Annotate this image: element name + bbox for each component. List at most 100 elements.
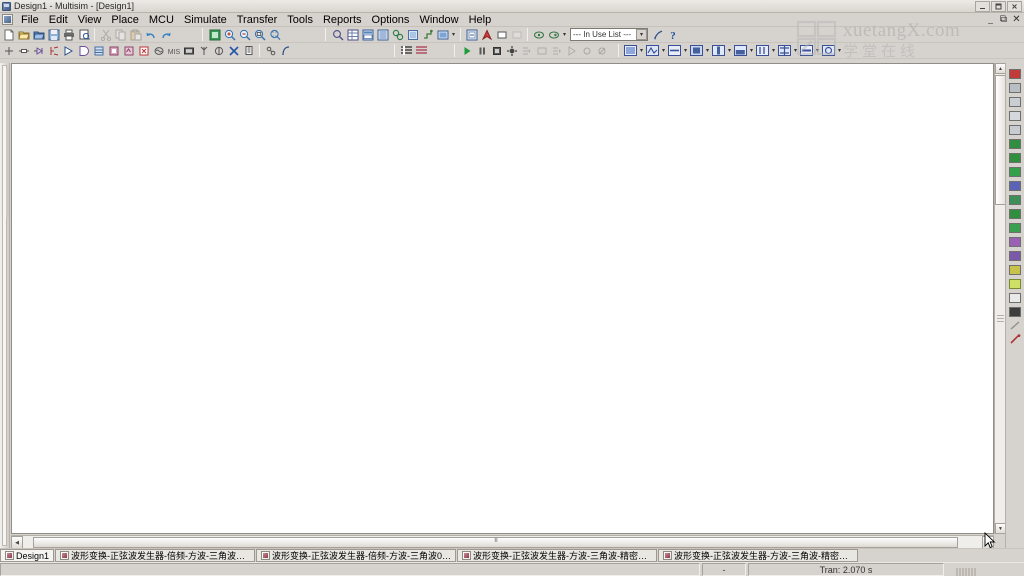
vertical-scrollbar[interactable]: ▲ ▼ (994, 63, 1006, 534)
horizontal-scroll-thumb[interactable] (33, 537, 958, 548)
graphs-analyses-icon[interactable] (390, 27, 405, 42)
distortion-analyzer-icon[interactable] (1008, 221, 1023, 234)
four-channel-oscilloscope-icon[interactable] (1008, 123, 1023, 136)
grid-view-icon[interactable] (399, 43, 414, 58)
instrument-group-3-icon[interactable] (667, 43, 682, 58)
bode-plotter-icon[interactable] (1008, 137, 1023, 150)
in-use-list-icon[interactable] (531, 27, 546, 42)
step-into-icon[interactable] (519, 43, 534, 58)
stop-icon[interactable] (489, 43, 504, 58)
chevron-down-icon[interactable]: ▾ (682, 43, 689, 58)
menu-options[interactable]: Options (367, 13, 415, 27)
zoom-fit-icon[interactable] (267, 27, 282, 42)
instrument-group-8-icon[interactable] (777, 43, 792, 58)
mdi-close-button[interactable]: ✕ (1010, 13, 1023, 25)
forward-annotate-icon[interactable] (479, 27, 494, 42)
spreadsheet-view-icon[interactable] (345, 27, 360, 42)
tektronix-oscilloscope-icon[interactable] (1008, 305, 1023, 318)
instrument-group-7-icon[interactable] (755, 43, 770, 58)
schematic-canvas[interactable] (11, 63, 994, 534)
chevron-down-icon[interactable]: ▾ (748, 43, 755, 58)
undo-icon[interactable] (143, 27, 158, 42)
zoom-out-icon[interactable] (237, 27, 252, 42)
save-icon[interactable] (46, 27, 61, 42)
run-to-cursor-icon[interactable] (564, 43, 579, 58)
agilent-multimeter-icon[interactable] (1008, 277, 1023, 290)
step-over-icon[interactable] (534, 43, 549, 58)
menu-simulate[interactable]: Simulate (179, 13, 232, 27)
resize-grip[interactable] (946, 564, 986, 576)
agilent-oscilloscope-icon[interactable] (1008, 291, 1023, 304)
instrument-group-2-icon[interactable] (645, 43, 660, 58)
menu-reports[interactable]: Reports (318, 13, 367, 27)
place-cmos-icon[interactable] (91, 43, 106, 58)
print-preview-icon[interactable] (76, 27, 91, 42)
step-out-icon[interactable] (549, 43, 564, 58)
hierarchy-block-icon[interactable] (494, 27, 509, 42)
open-sample-icon[interactable] (31, 27, 46, 42)
zoom-area-icon[interactable] (252, 27, 267, 42)
instrument-group-4-icon[interactable] (689, 43, 704, 58)
chevron-down-icon[interactable]: ▾ (450, 27, 457, 42)
chevron-down-icon[interactable]: ▾ (770, 43, 777, 58)
tab-document-5[interactable]: 波形变换-正弦波发生器-方波-三角波-精密整流0310 * (658, 549, 859, 562)
current-probe-icon[interactable] (1008, 333, 1023, 346)
design-toolbox-rail[interactable] (0, 63, 10, 548)
agilent-function-gen-icon[interactable] (1008, 263, 1023, 276)
menu-tools[interactable]: Tools (282, 13, 318, 27)
function-generator-icon[interactable] (1008, 81, 1023, 94)
run-icon[interactable] (459, 43, 474, 58)
in-use-list-dropdown-icon[interactable] (546, 27, 561, 42)
place-advanced-periph-icon[interactable] (181, 43, 196, 58)
instrument-group-5-icon[interactable] (711, 43, 726, 58)
instrument-group-1-icon[interactable] (623, 43, 638, 58)
tab-document-2[interactable]: 波形变换-正弦波发生器-倍频-方波-三角波O310 * (55, 549, 256, 562)
word-generator-icon[interactable] (1008, 165, 1023, 178)
instrument-group-6-icon[interactable] (733, 43, 748, 58)
cut-icon[interactable] (98, 27, 113, 42)
remove-breakpoints-icon[interactable] (594, 43, 609, 58)
network-analyzer-icon[interactable] (1008, 249, 1023, 262)
measurement-probe-icon[interactable] (1008, 319, 1023, 332)
chevron-down-icon[interactable]: ▾ (792, 43, 799, 58)
place-rf-icon[interactable] (196, 43, 211, 58)
tab-document-4[interactable]: 波形变换-正弦波发生器-方波-三角波-精密整流O310 (457, 549, 658, 562)
instrument-group-9-icon[interactable] (799, 43, 814, 58)
database-manager-icon[interactable] (360, 27, 375, 42)
place-power-icon[interactable] (151, 43, 166, 58)
tab-design1[interactable]: Design1 (0, 549, 55, 562)
redo-icon[interactable] (158, 27, 173, 42)
place-transistor-icon[interactable] (46, 43, 61, 58)
menu-mcu[interactable]: MCU (144, 13, 179, 27)
postprocessor-icon[interactable] (405, 27, 420, 42)
print-icon[interactable] (61, 27, 76, 42)
menu-help[interactable]: Help (464, 13, 497, 27)
chevron-down-icon[interactable]: ▾ (704, 43, 711, 58)
place-diode-icon[interactable] (31, 43, 46, 58)
place-connector-icon[interactable] (241, 43, 256, 58)
chevron-down-icon[interactable]: ▾ (561, 27, 568, 42)
help-icon[interactable]: ? (665, 27, 680, 42)
chevron-down-icon[interactable]: ▾ (636, 29, 647, 40)
place-bus-icon[interactable] (278, 43, 293, 58)
iv-analyzer-icon[interactable] (1008, 207, 1023, 220)
place-misc-digital-icon[interactable] (106, 43, 121, 58)
place-analog-icon[interactable] (61, 43, 76, 58)
place-mcu-icon[interactable] (263, 43, 278, 58)
wattmeter-icon[interactable] (1008, 95, 1023, 108)
chevron-down-icon[interactable]: ▾ (638, 43, 645, 58)
zoom-in-icon[interactable] (222, 27, 237, 42)
open-file-icon[interactable] (16, 27, 31, 42)
place-basic-icon[interactable] (16, 43, 31, 58)
in-use-list-combo[interactable]: --- In Use List --- ▾ (570, 28, 648, 41)
electrical-rules-icon[interactable] (420, 27, 435, 42)
maximize-button[interactable] (991, 0, 1006, 12)
bus-icon[interactable] (509, 27, 524, 42)
tab-document-3[interactable]: 波形变换-正弦波发生器-倍频-方波-三角波0310 * (256, 549, 457, 562)
place-nipclab-icon[interactable] (226, 43, 241, 58)
logic-converter-icon[interactable] (1008, 179, 1023, 192)
design-toolbox-track[interactable] (2, 65, 9, 546)
frequency-counter-icon[interactable] (1008, 151, 1023, 164)
spectrum-analyzer-icon[interactable] (1008, 235, 1023, 248)
place-ttl-icon[interactable] (76, 43, 91, 58)
